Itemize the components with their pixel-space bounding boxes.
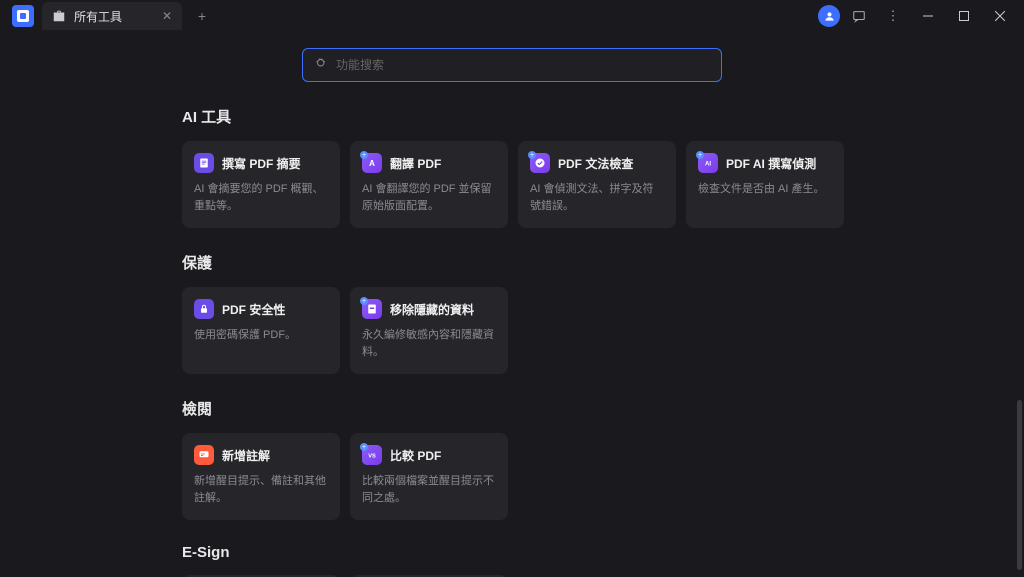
card-title: 翻譯 PDF: [390, 155, 441, 172]
close-icon[interactable]: ✕: [162, 9, 172, 23]
section-title: 檢閱: [182, 398, 842, 419]
card-title: PDF AI 撰寫偵測: [726, 155, 816, 172]
toolbox-icon: [52, 9, 66, 23]
tool-card[interactable]: AI PDF AI 撰寫偵測檢查文件是否由 AI 產生。: [686, 141, 844, 228]
svg-text:AI: AI: [705, 162, 711, 168]
section-title: E-Sign: [182, 544, 842, 561]
vs-icon: VS: [362, 445, 382, 465]
tool-card[interactable]: A 翻譯 PDF AI 會翻譯您的 PDF 並保留原始版面配置。: [350, 141, 508, 228]
cards-grid: PDF 安全性使用密碼保護 PDF。移除隱藏的資料永久編修敏感內容和隱藏資料。: [182, 287, 842, 374]
card-description: 檢查文件是否由 AI 產生。: [698, 181, 832, 198]
tab[interactable]: 所有工具 ✕: [42, 2, 182, 30]
redact-icon: [362, 299, 382, 319]
section: AI 工具撰寫 PDF 摘要 AI 會摘要您的 PDF 概觀、重點等。 A 翻譯 PD…: [182, 106, 842, 228]
tool-card[interactable]: 撰寫 PDF 摘要 AI 會摘要您的 PDF 概觀、重點等。: [182, 141, 340, 228]
search-box[interactable]: [302, 48, 722, 82]
section: 檢閱新增註解新增醒目提示、備註和其他註解。 VS 比較 PDF 比較兩個檔案並醒目提示…: [182, 398, 842, 520]
scrollbar[interactable]: [1017, 400, 1022, 570]
plus-badge-icon: [360, 443, 368, 451]
card-title: 比較 PDF: [390, 447, 441, 464]
maximize-button[interactable]: [948, 1, 980, 31]
lock-icon: [194, 299, 214, 319]
tool-card[interactable]: VS 比較 PDF 比較兩個檔案並醒目提示不同之處。: [350, 433, 508, 520]
titlebar: 所有工具 ✕ + ⋮: [0, 0, 1024, 32]
check-icon: [530, 153, 550, 173]
doc-icon: [194, 153, 214, 173]
card-description: AI 會偵測文法、拼字及符號錯誤。: [530, 181, 664, 214]
card-description: AI 會摘要您的 PDF 概觀、重點等。: [194, 181, 328, 214]
message-icon[interactable]: [844, 1, 874, 31]
window-close-button[interactable]: [984, 1, 1016, 31]
tool-card[interactable]: PDF 文法檢查 AI 會偵測文法、拼字及符號錯誤。: [518, 141, 676, 228]
more-icon[interactable]: ⋮: [878, 1, 908, 31]
tool-card[interactable]: 新增註解新增醒目提示、備註和其他註解。: [182, 433, 340, 520]
tool-card[interactable]: 移除隱藏的資料永久編修敏感內容和隱藏資料。: [350, 287, 508, 374]
content-area: AI 工具撰寫 PDF 摘要 AI 會摘要您的 PDF 概觀、重點等。 A 翻譯 PD…: [0, 32, 1024, 577]
plus-badge-icon: [360, 297, 368, 305]
card-title: 移除隱藏的資料: [390, 301, 474, 318]
app-icon: [12, 5, 34, 27]
tab-title: 所有工具: [74, 8, 154, 25]
user-avatar[interactable]: [818, 5, 840, 27]
A-icon: A: [362, 153, 382, 173]
section-title: AI 工具: [182, 106, 842, 127]
card-title: 新增註解: [222, 447, 270, 464]
svg-text:A: A: [369, 159, 375, 168]
section-title: 保護: [182, 252, 842, 273]
card-title: PDF 文法檢查: [558, 155, 633, 172]
card-title: 撰寫 PDF 摘要: [222, 155, 301, 172]
search-icon: [315, 57, 328, 73]
card-description: 新增醒目提示、備註和其他註解。: [194, 473, 328, 506]
card-description: AI 會翻譯您的 PDF 並保留原始版面配置。: [362, 181, 496, 214]
card-description: 比較兩個檔案並醒目提示不同之處。: [362, 473, 496, 506]
minimize-button[interactable]: [912, 1, 944, 31]
card-description: 永久編修敏感內容和隱藏資料。: [362, 327, 496, 360]
card-description: 使用密碼保護 PDF。: [194, 327, 328, 344]
ai-icon: AI: [698, 153, 718, 173]
new-tab-button[interactable]: +: [192, 6, 212, 26]
card-title: PDF 安全性: [222, 301, 285, 318]
section: 保護PDF 安全性使用密碼保護 PDF。移除隱藏的資料永久編修敏感內容和隱藏資料…: [182, 252, 842, 374]
plus-badge-icon: [696, 151, 704, 159]
svg-text:VS: VS: [368, 454, 376, 460]
plus-badge-icon: [528, 151, 536, 159]
search-input[interactable]: [336, 58, 709, 72]
tool-card[interactable]: PDF 安全性使用密碼保護 PDF。: [182, 287, 340, 374]
section: E-Sign要求電子簽署傳送文件給其他人以進行簽署。填寫與簽署填寫表單，並新增簽…: [182, 544, 842, 577]
cards-grid: 新增註解新增醒目提示、備註和其他註解。 VS 比較 PDF 比較兩個檔案並醒目提示不同…: [182, 433, 842, 520]
note-icon: [194, 445, 214, 465]
cards-grid: 撰寫 PDF 摘要 AI 會摘要您的 PDF 概觀、重點等。 A 翻譯 PDF AI 會…: [182, 141, 842, 228]
plus-badge-icon: [360, 151, 368, 159]
